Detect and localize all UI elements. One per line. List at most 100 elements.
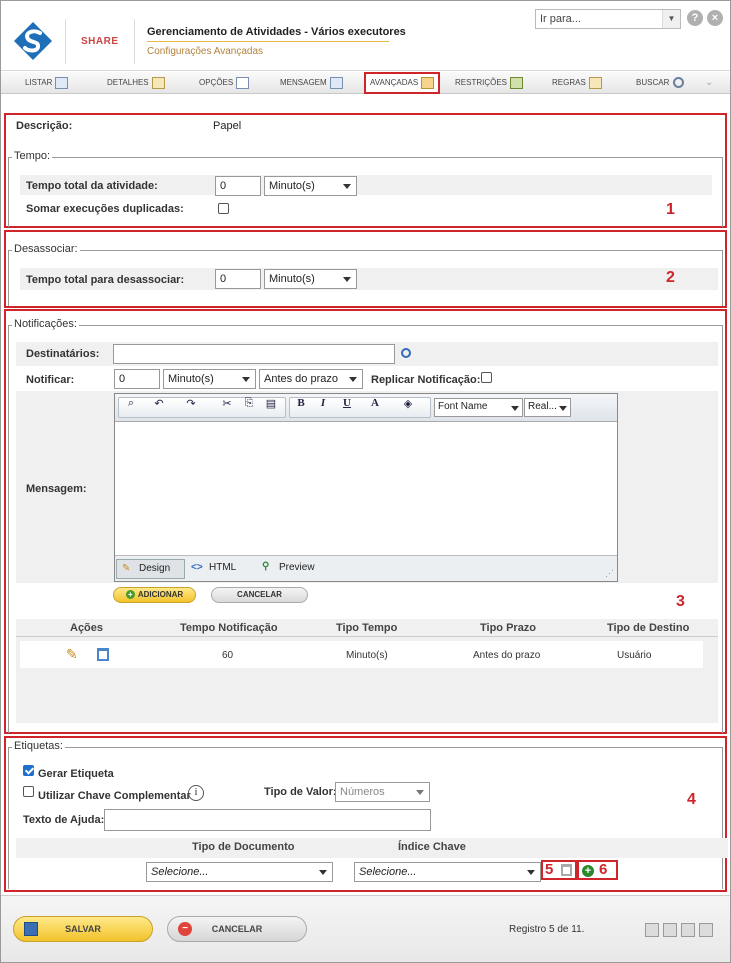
highlight-icon[interactable]: ◈ [400, 397, 416, 410]
indice-chave-value: Selecione... [359, 866, 417, 878]
editor-toolbar: ⌕ ↶ ↷ ✂ ⎘ ▤ B I U A ◈ Font Name Real... [115, 394, 617, 422]
add-key-box[interactable]: + 6 [577, 860, 618, 880]
tab-mensagem[interactable]: MENSAGEM [280, 72, 343, 94]
notificar-prazo-select[interactable]: Antes do prazo [259, 369, 363, 389]
next-record-icon[interactable] [681, 923, 695, 937]
app-header: SHARE Gerenciamento de Atividades - Vári… [1, 1, 730, 71]
edit-icon [151, 76, 165, 89]
remove-key-box[interactable]: 5 [541, 860, 577, 880]
chevron-down-icon [343, 184, 351, 189]
mode-design-button[interactable]: ✎ Design [116, 559, 185, 579]
font-name-select[interactable]: Font Name [434, 398, 523, 417]
tempo-total-input[interactable]: 0 [215, 176, 261, 196]
tab-bar: LISTAR DETALHES OPÇÕES MENSAGEM AVANÇADA… [1, 72, 730, 94]
tab-regras[interactable]: REGRAS [552, 72, 602, 94]
grid-header-tipo-prazo: Tipo Prazo [480, 622, 537, 634]
gerar-etiqueta-checkbox[interactable] [23, 765, 34, 776]
adicionar-label: ADICIONAR [137, 590, 184, 599]
tab-avancadas[interactable]: AVANÇADAS [364, 72, 441, 94]
somar-checkbox[interactable] [218, 203, 229, 214]
section-desassociar: Desassociar: Tempo total para desassocia… [4, 230, 727, 308]
destinatarios-input[interactable] [113, 344, 395, 364]
font-color-button[interactable]: A [367, 397, 383, 409]
add-circle-icon[interactable]: + [582, 865, 594, 877]
first-record-icon[interactable] [645, 923, 659, 937]
floppy-disk-icon [24, 922, 38, 936]
tools-icon [421, 76, 435, 89]
paste-icon[interactable]: ▤ [263, 397, 279, 410]
bold-button[interactable]: B [293, 397, 309, 409]
section-notificacoes: Notificações: Destinatários: Notificar: … [4, 309, 727, 734]
destinatarios-label: Destinatários: [26, 348, 100, 360]
edit-pencil-icon[interactable]: ✎ [66, 646, 78, 663]
rich-text-editor: ⌕ ↶ ↷ ✂ ⎘ ▤ B I U A ◈ Font Name Real... … [114, 393, 618, 582]
somar-label: Somar execuções duplicadas: [26, 203, 184, 215]
cancel-button[interactable]: − CANCELAR [167, 916, 307, 942]
mode-preview-label: Preview [279, 562, 315, 573]
replicar-checkbox[interactable] [481, 372, 492, 383]
notificar-unit-select[interactable]: Minuto(s) [163, 369, 256, 389]
font-size-select[interactable]: Real... [524, 398, 571, 417]
editor-content-area[interactable] [115, 423, 617, 554]
marker-5: 5 [545, 861, 554, 878]
desassociar-tempo-input[interactable]: 0 [215, 269, 261, 289]
tempo-unit-select[interactable]: Minuto(s) [264, 176, 357, 196]
undo-icon[interactable]: ↶ [151, 397, 167, 410]
chevron-down-icon [349, 377, 357, 382]
section-marker-1: 1 [666, 201, 675, 218]
cancelar-notificacao-button[interactable]: CANCELAR [211, 587, 308, 603]
underline-button[interactable]: U [339, 397, 355, 409]
tab-label: RESTRIÇÕES [455, 78, 508, 87]
tab-opcoes[interactable]: OPÇÕES [199, 72, 250, 94]
notificar-input[interactable]: 0 [114, 369, 160, 389]
tempo-unit-value: Minuto(s) [269, 180, 315, 192]
italic-button[interactable]: I [315, 397, 331, 409]
cut-icon[interactable]: ✂ [219, 397, 235, 410]
mode-html-button[interactable]: <> HTML [187, 559, 240, 579]
descricao-label: Descrição: [16, 120, 73, 132]
chevron-down-icon [511, 406, 519, 411]
notificar-prazo-value: Antes do prazo [264, 373, 338, 385]
etiquetas-legend: Etiquetas: [12, 740, 65, 752]
utilizar-chave-checkbox[interactable] [23, 786, 34, 797]
mode-design-label: Design [139, 563, 171, 574]
find-icon[interactable]: ⌕ [123, 397, 139, 410]
last-record-icon[interactable] [699, 923, 713, 937]
tab-listar[interactable]: LISTAR [25, 72, 69, 94]
trash-icon[interactable] [561, 864, 572, 876]
indice-chave-select[interactable]: Selecione... [354, 862, 541, 882]
texto-ajuda-input[interactable] [104, 809, 431, 831]
notificar-label: Notificar: [26, 374, 75, 386]
save-button[interactable]: SALVAR [13, 916, 153, 942]
tab-buscar[interactable]: BUSCAR [636, 72, 685, 94]
tab-restricoes[interactable]: RESTRIÇÕES [455, 72, 524, 94]
brand-name: SHARE [81, 36, 119, 47]
trash-icon[interactable] [97, 648, 109, 661]
mode-preview-button[interactable]: ⚲ Preview [257, 559, 319, 579]
chevron-down-icon[interactable]: ⌄ [705, 72, 713, 94]
goto-select[interactable]: Ir para... ▼ [535, 9, 681, 29]
resize-handle-icon[interactable]: ⋰ [605, 568, 614, 579]
tab-detalhes[interactable]: DETALHES [107, 72, 165, 94]
tab-label: OPÇÕES [199, 78, 234, 87]
search-icon[interactable] [401, 348, 411, 358]
utilizar-chave-label: Utilizar Chave Complementar [38, 790, 191, 802]
close-icon[interactable]: × [707, 10, 723, 26]
footer-bar: SALVAR − CANCELAR Registro 5 de 11. [1, 895, 730, 962]
record-counter: Registro 5 de 11. [509, 924, 585, 935]
grid-header-tempo-notificacao: Tempo Notificação [180, 622, 278, 634]
copy-icon[interactable]: ⎘ [241, 397, 257, 410]
section-marker-3: 3 [676, 593, 685, 610]
redo-icon[interactable]: ↷ [183, 397, 199, 410]
previous-record-icon[interactable] [663, 923, 677, 937]
desassociar-unit-select[interactable]: Minuto(s) [264, 269, 357, 289]
cancelar-label: CANCELAR [237, 590, 282, 599]
grid-header-acoes: Ações [70, 622, 104, 634]
info-icon[interactable]: i [188, 785, 204, 801]
tipo-documento-select[interactable]: Selecione... [146, 862, 333, 882]
tipo-valor-select[interactable]: Números [335, 782, 430, 802]
tab-label: BUSCAR [636, 78, 670, 87]
tab-label: REGRAS [552, 78, 586, 87]
adicionar-button[interactable]: + ADICIONAR [113, 587, 196, 603]
help-icon[interactable]: ? [687, 10, 703, 26]
